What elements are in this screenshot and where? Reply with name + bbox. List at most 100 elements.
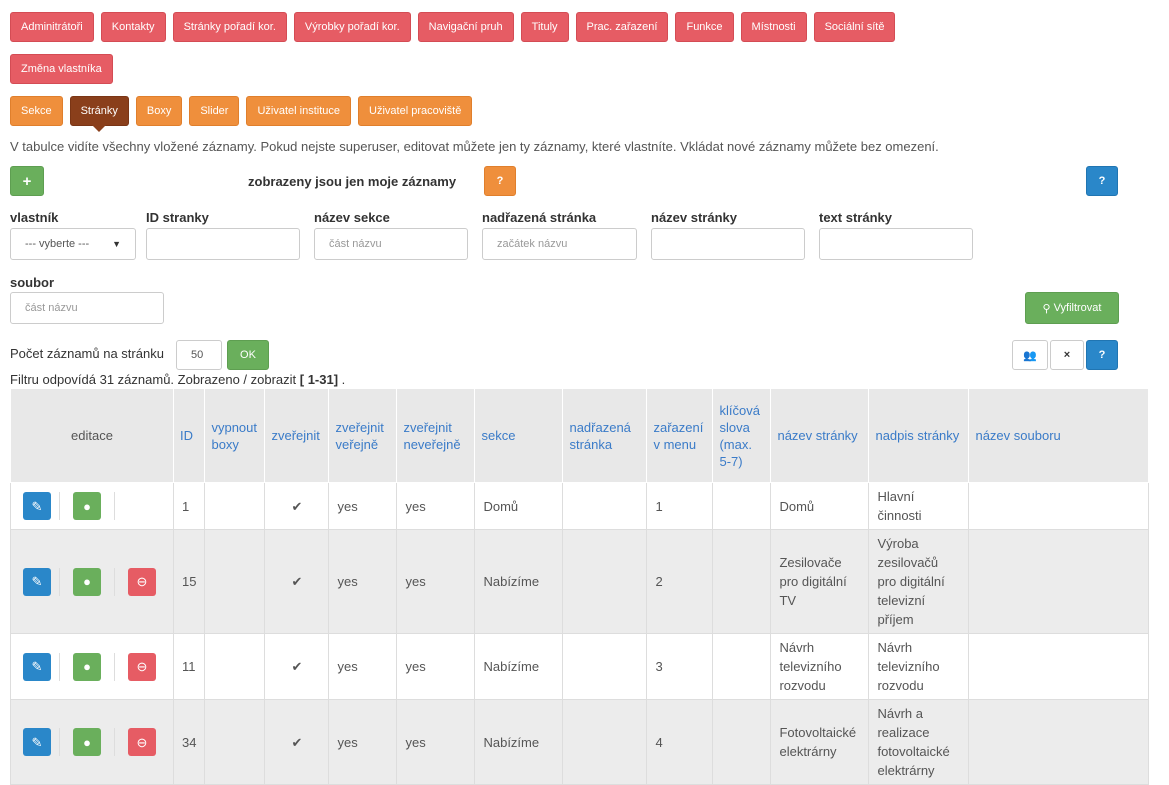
pencil-icon: ✎ [31,498,43,514]
table-row: ✎ ● ⊖ 15 ✔ yes yes Nabízíme 2 Zesilovače… [10,529,1150,634]
table-help-button[interactable]: ? [1086,340,1118,370]
result-info: Filtru odpovídá 31 záznamů. Zobrazeno / … [10,372,345,387]
page-name-input[interactable] [651,228,805,260]
cell-nadrazena [562,699,648,785]
copy-button[interactable]: ● [73,652,101,681]
cell-nadpis-stranky: Návrh televizního rozvodu [868,633,970,700]
tab-uzivatel-pracoviste[interactable]: Uživatel pracoviště [358,96,473,126]
col-editace: editace [10,388,174,483]
col-nazev-stranky[interactable]: název stránky [770,388,870,483]
cell-menu: 3 [646,633,714,700]
cell-id: 34 [172,699,206,785]
col-sekce[interactable]: sekce [474,388,564,483]
col-klicova-slova[interactable]: klíčová slova (max. 5-7) [712,388,772,483]
tab-prac-zarazeni[interactable]: Prac. zařazení [575,12,669,42]
users-icon[interactable]: 👥 [1012,340,1048,370]
copy-button[interactable]: ● [73,492,101,520]
paging-ok-button[interactable]: OK [227,340,269,370]
cell-klicova-slova [712,633,772,700]
filter-button[interactable]: ⚲ Vyfiltrovat [1025,292,1119,324]
copy-button[interactable]: ● [73,728,101,756]
table-row: ✎ ● ⊖ 11 ✔ yes yes Nabízíme 3 Návrh tele… [10,633,1150,700]
own-records-help-button[interactable]: ? [484,166,516,196]
cell-sekce: Nabízíme [474,699,564,785]
col-zverejnit[interactable]: zveřejnit [264,388,330,483]
col-zverejnit-neverejne[interactable]: zveřejnit neveřejně [396,388,476,483]
page-id-input[interactable] [146,228,300,260]
col-nadpis-stranky[interactable]: nadpis stránky [868,388,970,483]
paging-input[interactable]: 50 [176,340,222,370]
cell-zverejnit-verejne: yes [328,633,398,700]
page-text-input[interactable] [819,228,973,260]
help-button[interactable]: ? [1086,166,1118,196]
table-row: ✎ ● 1 ✔ yes yes Domů 1 Domů Hlavní činno… [10,482,1150,530]
tab-adminitratori[interactable]: Adminitrátoři [10,12,94,42]
minus-circle-icon: ⊖ [136,659,148,674]
col-nazev-souboru[interactable]: název souboru [968,388,1150,483]
delete-button[interactable]: ⊖ [128,567,156,596]
page-name-label: název stránky [651,210,737,225]
tab-kontakty[interactable]: Kontakty [100,12,166,42]
edit-button[interactable]: ✎ [23,492,51,520]
tab-tituly[interactable]: Tituly [520,12,569,42]
tab-vyrobky-poradi[interactable]: Výrobky pořadí kor. [293,12,411,42]
col-nadrazena-stranka[interactable]: nadřazená stránka [562,388,648,483]
pencil-icon: ✎ [31,574,43,589]
tab-uzivatel-instituce[interactable]: Uživatel instituce [246,96,352,126]
cell-nazev-souboru [968,699,1150,785]
tab-boxy[interactable]: Boxy [135,96,183,126]
tab-sekce[interactable]: Sekce [10,96,63,126]
tab-funkce[interactable]: Funkce [675,12,734,42]
tab-zmena-vlastnika[interactable]: Změna vlastníka [10,54,113,84]
tab-slider[interactable]: Slider [189,96,240,126]
col-vypnout-boxy[interactable]: vypnout boxy [204,388,266,483]
result-range: [ 1-31] [299,372,339,387]
edit-button[interactable]: ✎ [23,728,51,756]
cell-id: 11 [172,633,206,700]
page-id-label: ID stranky [146,210,209,225]
col-zverejnit-verejne[interactable]: zveřejnit veřejně [328,388,398,483]
cell-nazev-stranky: Domů [770,482,870,530]
cell-nadrazena [562,482,648,530]
cell-klicova-slova [712,699,772,785]
copy-button[interactable]: ● [73,567,101,596]
delete-button[interactable]: ⊖ [128,728,156,756]
cell-id: 1 [172,482,206,530]
section-name-input[interactable]: část názvu [314,228,468,260]
file-input[interactable]: část názvu [10,292,164,324]
info-text: V tabulce vidíte všechny vložené záznamy… [10,139,939,154]
row-actions: ✎ ● ⊖ [10,699,174,785]
cell-zverejnit-verejne: yes [328,482,398,530]
cell-zverejnit-verejne: yes [328,529,398,634]
cell-nazev-stranky: Fotovoltaické elektrárny [770,699,870,785]
tab-socialni-site[interactable]: Sociální sítě [813,12,896,42]
chevron-down-icon: ▼ [112,239,121,249]
close-icon[interactable]: × [1050,340,1084,370]
owner-select[interactable]: --- vyberte --- ▼ [10,228,136,260]
cell-nazev-stranky: Návrh televizního rozvodu [770,633,870,700]
edit-button[interactable]: ✎ [23,567,51,596]
cell-nazev-souboru [968,482,1150,530]
col-id[interactable]: ID [172,388,206,483]
cell-nadrazena [562,633,648,700]
add-record-button[interactable]: + [10,166,44,196]
delete-button[interactable]: ⊖ [128,652,156,681]
cell-zverejnit: ✔ [264,633,330,700]
tab-stranky-poradi[interactable]: Stránky pořadí kor. [172,12,287,42]
parent-page-input[interactable]: začátek názvu [482,228,637,260]
tab-navigacni-pruh[interactable]: Navigační pruh [417,12,514,42]
records-table: editace ID vypnout boxy zveřejnit zveřej… [10,388,1150,785]
owner-label: vlastník [10,210,59,225]
cell-klicova-slova [712,482,772,530]
edit-button[interactable]: ✎ [23,652,51,681]
tab-mistnosti[interactable]: Místnosti [740,12,807,42]
admin-tabs-row1: Adminitrátoři Kontakty Stránky pořadí ko… [10,12,896,42]
col-zarazeni-v-menu[interactable]: zařazení v menu [646,388,714,483]
own-records-label: zobrazeny jsou jen moje záznamy [248,174,457,189]
result-range-suffix: . [338,372,346,387]
cell-nadpis-stranky: Návrh a realizace fotovoltaické elektrár… [868,699,970,785]
page-text-label: text stránky [819,210,892,225]
cell-id: 15 [172,529,206,634]
tab-stranky-active[interactable]: Stránky [69,96,129,132]
cell-sekce: Nabízíme [474,633,564,700]
